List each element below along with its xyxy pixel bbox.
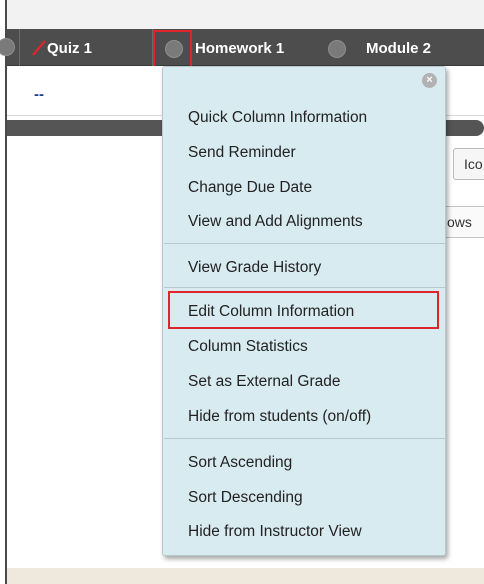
slash-icon	[32, 40, 46, 56]
highlight-edit-column-box	[168, 291, 439, 329]
top-strip	[7, 0, 484, 29]
grade-cell-value[interactable]: --	[34, 86, 44, 103]
menu-item-quick-column-information[interactable]: Quick Column Information	[188, 109, 367, 127]
column-header-quiz-1[interactable]: Quiz 1	[47, 40, 92, 57]
column-header-homework-1[interactable]: Homework 1	[195, 40, 284, 57]
menu-divider	[164, 243, 445, 244]
menu-item-change-due-date[interactable]: Change Due Date	[188, 179, 312, 197]
menu-divider	[164, 438, 445, 439]
menu-divider	[164, 287, 445, 288]
close-icon[interactable]: ×	[422, 73, 437, 88]
menu-item-hide-from-instructor-view[interactable]: Hide from Instructor View	[188, 523, 362, 541]
footer-strip	[7, 568, 484, 584]
menu-item-sort-ascending[interactable]: Sort Ascending	[188, 454, 292, 472]
chevron-circle-icon[interactable]	[0, 38, 15, 56]
rows-label: ows	[447, 214, 472, 230]
menu-item-column-statistics[interactable]: Column Statistics	[188, 338, 308, 356]
menu-item-send-reminder[interactable]: Send Reminder	[188, 144, 296, 162]
column-menu-chevron-icon[interactable]	[328, 40, 346, 58]
menu-item-sort-descending[interactable]: Sort Descending	[188, 489, 303, 507]
column-separator	[19, 29, 20, 66]
icon-legend-label: Ico	[464, 156, 483, 172]
menu-item-hide-from-students[interactable]: Hide from students (on/off)	[188, 408, 371, 426]
menu-item-view-and-add-alignments[interactable]: View and Add Alignments	[188, 213, 363, 231]
menu-item-set-as-external-grade[interactable]: Set as External Grade	[188, 373, 341, 391]
icon-legend-button[interactable]: Ico	[453, 148, 484, 180]
grade-center-header-row: Quiz 1 Homework 1 Module 2	[0, 29, 484, 66]
column-header-module-2[interactable]: Module 2	[366, 40, 431, 57]
menu-item-view-grade-history[interactable]: View Grade History	[188, 259, 321, 277]
